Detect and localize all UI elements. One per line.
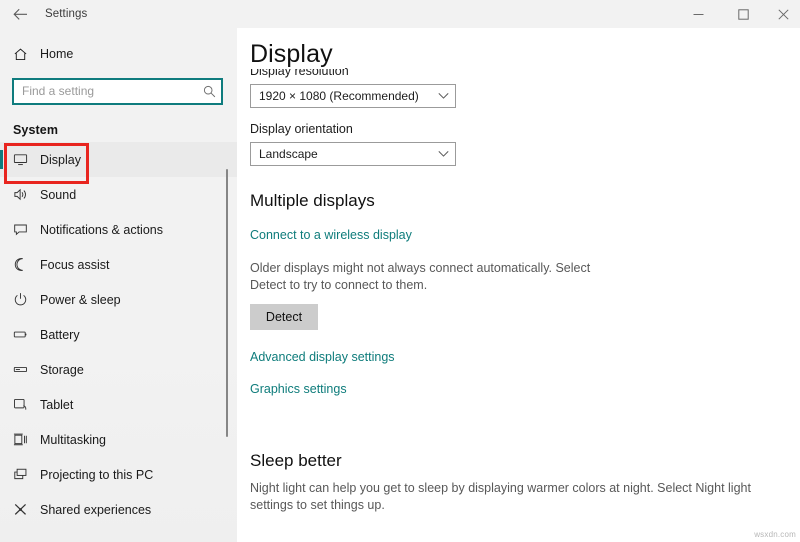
connect-wireless-display-link[interactable]: Connect to a wireless display bbox=[250, 228, 412, 242]
back-arrow-icon[interactable] bbox=[0, 0, 40, 28]
settings-scroll-region: Display resolution 1920 × 1080 (Recommen… bbox=[237, 64, 800, 542]
sidebar-item-label: Display bbox=[40, 153, 81, 167]
sidebar-item-notifications[interactable]: Notifications & actions bbox=[0, 212, 237, 247]
chevron-down-icon bbox=[431, 92, 455, 100]
multitasking-icon bbox=[13, 432, 40, 447]
window-controls bbox=[676, 0, 800, 28]
sidebar-item-home[interactable]: Home bbox=[0, 37, 237, 71]
display-resolution-dropdown[interactable]: 1920 × 1080 (Recommended) bbox=[250, 84, 456, 108]
multiple-displays-description: Older displays might not always connect … bbox=[250, 260, 595, 294]
title-bar: Settings bbox=[0, 0, 800, 28]
minimize-icon[interactable] bbox=[676, 0, 721, 28]
advanced-display-settings-link[interactable]: Advanced display settings bbox=[250, 350, 395, 364]
sidebar-nav-list: Display Sound bbox=[0, 142, 237, 527]
battery-icon bbox=[13, 327, 40, 342]
home-icon bbox=[13, 47, 40, 62]
shared-icon bbox=[13, 502, 40, 517]
sidebar-item-tablet[interactable]: Tablet bbox=[0, 387, 237, 422]
sidebar-scrollbar[interactable] bbox=[226, 169, 228, 437]
display-orientation-label: Display orientation bbox=[250, 122, 800, 136]
maximize-icon[interactable] bbox=[721, 0, 766, 28]
close-icon[interactable] bbox=[766, 0, 800, 28]
sidebar-item-label: Tablet bbox=[40, 398, 73, 412]
main-inner: Display Display resolution 1920 × 1080 (… bbox=[237, 28, 800, 542]
sidebar-item-label: Sound bbox=[40, 188, 76, 202]
sidebar-item-projecting[interactable]: Projecting to this PC bbox=[0, 457, 237, 492]
sidebar-item-label: Multitasking bbox=[40, 433, 106, 447]
sidebar-item-sound[interactable]: Sound bbox=[0, 177, 237, 212]
chevron-down-icon bbox=[431, 150, 455, 158]
search-box[interactable] bbox=[12, 78, 223, 105]
sidebar: Home System bbox=[0, 28, 237, 542]
title-bar-left: Settings bbox=[0, 0, 87, 28]
sleep-better-heading: Sleep better bbox=[250, 450, 800, 472]
sidebar-group-heading: System bbox=[0, 123, 237, 137]
sidebar-item-label: Projecting to this PC bbox=[40, 468, 153, 482]
display-orientation-value: Landscape bbox=[251, 147, 431, 161]
sidebar-item-shared-experiences[interactable]: Shared experiences bbox=[0, 492, 237, 527]
tablet-icon bbox=[13, 397, 40, 412]
settings-window: Settings Home bbox=[0, 0, 800, 542]
sidebar-item-label: Notifications & actions bbox=[40, 223, 163, 237]
watermark: wsxdn.com bbox=[754, 530, 796, 539]
monitor-icon bbox=[13, 152, 40, 167]
speaker-icon bbox=[13, 187, 40, 202]
moon-icon bbox=[13, 257, 40, 272]
multiple-displays-heading: Multiple displays bbox=[250, 190, 800, 212]
sidebar-item-display[interactable]: Display bbox=[0, 142, 237, 177]
display-orientation-dropdown[interactable]: Landscape bbox=[250, 142, 456, 166]
sidebar-home-label: Home bbox=[40, 47, 73, 61]
sleep-better-description: Night light can help you get to sleep by… bbox=[250, 480, 790, 514]
power-icon bbox=[13, 292, 40, 307]
page-title: Display bbox=[250, 39, 345, 69]
sidebar-item-power-sleep[interactable]: Power & sleep bbox=[0, 282, 237, 317]
sidebar-item-storage[interactable]: Storage bbox=[0, 352, 237, 387]
display-resolution-value: 1920 × 1080 (Recommended) bbox=[251, 89, 431, 103]
notification-icon bbox=[13, 222, 40, 237]
graphics-settings-link[interactable]: Graphics settings bbox=[250, 382, 347, 396]
main-panel: Display Display resolution 1920 × 1080 (… bbox=[237, 28, 800, 542]
sidebar-item-multitasking[interactable]: Multitasking bbox=[0, 422, 237, 457]
sidebar-item-battery[interactable]: Battery bbox=[0, 317, 237, 352]
projecting-icon bbox=[13, 467, 40, 482]
sidebar-item-label: Storage bbox=[40, 363, 84, 377]
storage-icon bbox=[13, 362, 40, 377]
search-input[interactable] bbox=[14, 81, 197, 102]
detect-button[interactable]: Detect bbox=[250, 304, 318, 330]
sidebar-item-label: Shared experiences bbox=[40, 503, 151, 517]
sidebar-item-label: Focus assist bbox=[40, 258, 109, 272]
search-icon[interactable] bbox=[197, 85, 221, 98]
window-content: Home System bbox=[0, 28, 800, 542]
sidebar-item-label: Battery bbox=[40, 328, 80, 342]
sidebar-item-label: Power & sleep bbox=[40, 293, 121, 307]
window-title: Settings bbox=[45, 8, 87, 20]
sidebar-item-focus-assist[interactable]: Focus assist bbox=[0, 247, 237, 282]
